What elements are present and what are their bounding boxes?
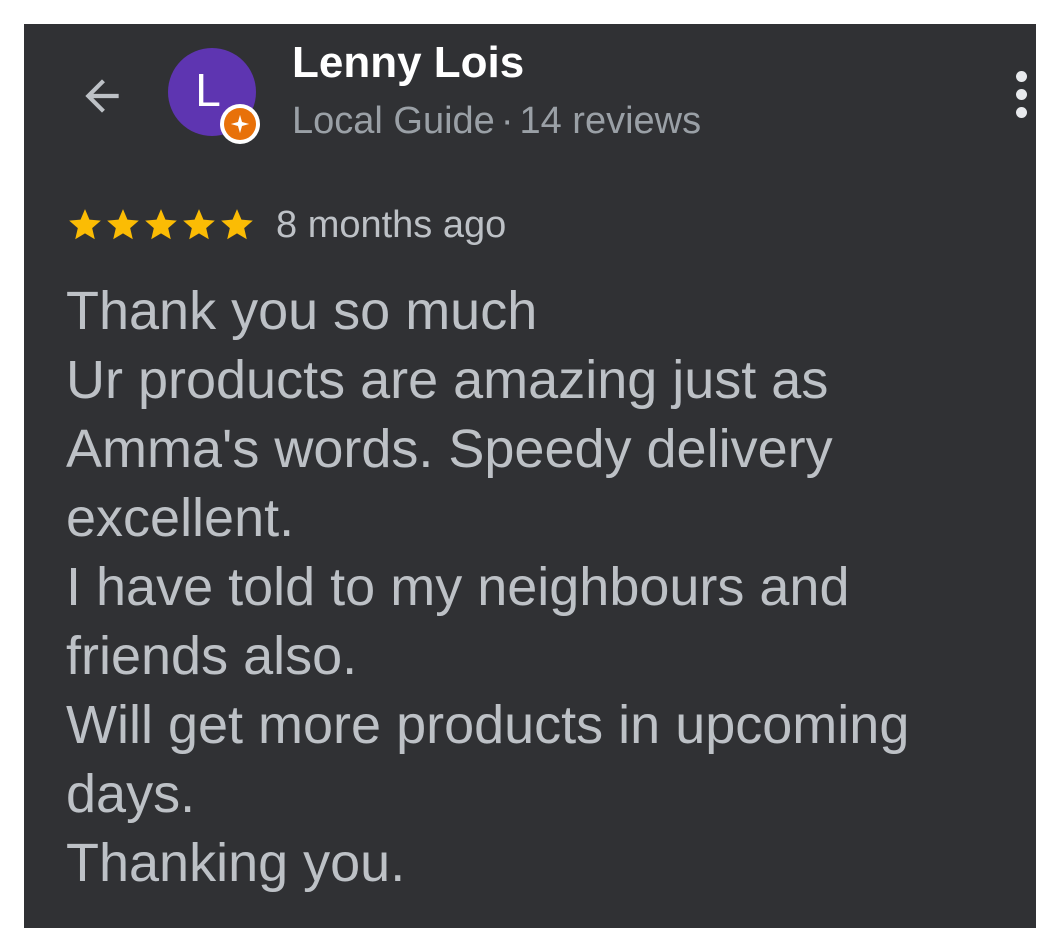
review-text-line: days. xyxy=(66,764,196,824)
star-icon xyxy=(183,209,215,240)
review-text-line: Ur products are amazing just as xyxy=(66,350,829,410)
review-text: Thank you so much Ur products are amazing… xyxy=(66,277,1026,898)
meta-separator: · xyxy=(500,100,514,142)
review-text-line: Will get more products in upcoming xyxy=(66,695,910,755)
star-icon xyxy=(107,209,139,240)
review-text-line: excellent. xyxy=(66,488,295,548)
reviewer-name[interactable]: Lenny Lois xyxy=(292,38,524,88)
review-text-line: friends also. xyxy=(66,626,358,686)
back-button[interactable] xyxy=(72,66,132,126)
star-rating xyxy=(66,206,256,244)
local-guide-label: Local Guide xyxy=(292,100,495,142)
more-vertical-icon xyxy=(1015,70,1027,82)
star-icon xyxy=(69,209,101,240)
reviewer-meta: Local Guide · 14 reviews xyxy=(292,100,701,143)
review-date: 8 months ago xyxy=(276,203,507,246)
review-count: 14 reviews xyxy=(519,100,702,142)
local-guide-badge-icon xyxy=(220,104,260,144)
review-text-line: Thanking you. xyxy=(66,833,406,893)
avatar-initial: L xyxy=(195,64,221,116)
review-text-line: I have told to my neighbours and xyxy=(66,557,850,617)
rating-row: 8 months ago xyxy=(66,200,506,250)
star-icon xyxy=(221,209,253,240)
star-icon xyxy=(145,209,177,240)
review-text-line: Thank you so much xyxy=(66,281,538,341)
arrow-left-icon xyxy=(85,79,119,113)
review-card: L Lenny Lois Local Guide · 14 reviews 8 mo… xyxy=(24,24,1036,928)
more-options-button[interactable] xyxy=(1006,64,1036,124)
review-text-line: Amma's words. Speedy delivery xyxy=(66,419,833,479)
